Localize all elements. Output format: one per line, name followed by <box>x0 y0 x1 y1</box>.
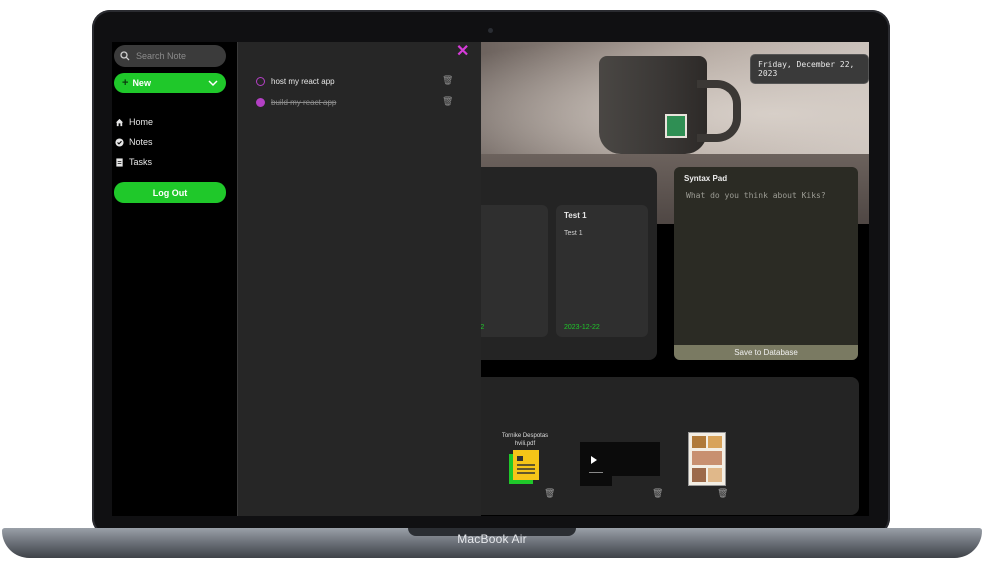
trash-icon[interactable]: 🗑 <box>652 488 663 499</box>
video-thumbnail[interactable] <box>580 442 660 476</box>
thumb-photo <box>692 468 706 482</box>
tasks-drawer: ✕ host my react app 🗑 build my react app… <box>237 42 481 516</box>
camera <box>488 28 493 33</box>
task-label: host my react app <box>271 76 335 86</box>
image-thumbnail[interactable] <box>688 432 726 486</box>
save-to-database-button[interactable]: Save to Database <box>674 345 858 360</box>
mug-handle <box>697 80 741 142</box>
plus-icon: + <box>122 77 129 89</box>
pdf-file-icon[interactable] <box>509 450 539 484</box>
syntax-pad: Syntax Pad Save to Database <box>674 167 858 360</box>
screen: + New Home Notes <box>112 42 869 516</box>
note-body: Test 1 <box>564 230 583 237</box>
sidebar-item-label: Home <box>129 117 154 127</box>
sidebar-item-label: Notes <box>129 137 153 147</box>
sidebar-nav: Home Notes Tasks <box>115 112 153 172</box>
syntax-pad-textarea[interactable] <box>684 189 852 333</box>
trash-icon[interactable]: 🗑 <box>442 75 453 86</box>
trash-icon[interactable]: 🗑 <box>544 488 555 499</box>
document-icon <box>116 157 123 167</box>
sidebar: + New Home Notes <box>112 42 237 516</box>
task-checkbox[interactable] <box>256 76 265 86</box>
video-thumbnail-tail <box>580 476 612 486</box>
mug-image <box>599 56 707 154</box>
task-item[interactable]: host my react app <box>256 74 335 88</box>
chevron-down-icon[interactable] <box>208 79 218 87</box>
sidebar-item-label: Tasks <box>129 157 153 167</box>
sidebar-item-home[interactable]: Home <box>115 112 153 132</box>
thumb-photo <box>692 451 722 465</box>
search-box[interactable] <box>114 45 226 67</box>
file-name: Tornike Despotas hvili.pdf <box>501 433 549 447</box>
trash-icon[interactable]: 🗑 <box>717 488 728 499</box>
trash-icon[interactable]: 🗑 <box>442 96 453 107</box>
task-item[interactable]: build my react app <box>256 95 336 109</box>
logout-button[interactable]: Log Out <box>114 182 226 203</box>
close-icon[interactable]: ✕ <box>456 44 469 60</box>
home-icon <box>115 118 124 126</box>
thumb-photo <box>708 468 722 482</box>
new-button[interactable]: + New <box>114 73 226 93</box>
search-input[interactable] <box>134 50 218 62</box>
task-checkbox[interactable] <box>256 97 265 107</box>
tea-tag-image <box>665 114 687 138</box>
sidebar-item-tasks[interactable]: Tasks <box>115 152 153 172</box>
syntax-pad-title: Syntax Pad <box>684 174 728 183</box>
note-date: 2023-12-22 <box>564 324 600 331</box>
play-icon[interactable] <box>590 456 598 464</box>
thumb-photo <box>692 436 706 448</box>
task-label: build my react app <box>271 97 337 107</box>
check-circle-icon <box>115 137 124 147</box>
new-button-label: New <box>132 78 151 88</box>
date-badge: Friday, December 22, 2023 <box>750 54 869 84</box>
note-card[interactable]: Test 1 Test 1 2023-12-22 <box>556 205 648 337</box>
search-icon <box>120 51 130 61</box>
note-title: Test 1 <box>564 211 587 220</box>
sidebar-item-notes[interactable]: Notes <box>115 132 153 152</box>
video-progress-bar <box>589 472 603 473</box>
thumb-photo <box>708 436 722 448</box>
laptop-label: MacBook Air <box>457 532 527 546</box>
